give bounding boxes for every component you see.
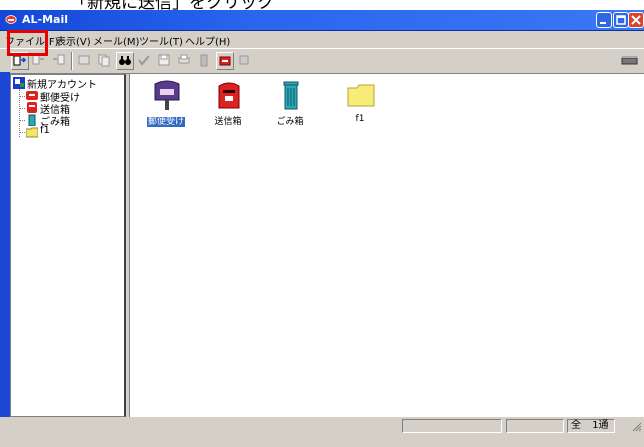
maximize-icon — [616, 15, 626, 25]
tree-line — [19, 132, 25, 133]
close-icon — [631, 15, 641, 25]
mailbox-status-button[interactable] — [620, 52, 640, 70]
save-icon — [158, 54, 170, 66]
folder-list[interactable]: 郵便受け 送信箱 ごみ箱 f1 — [129, 74, 644, 417]
status-panel — [402, 419, 502, 433]
status-count-panel: 全 1通 — [567, 419, 615, 433]
mailbox-status-icon — [621, 56, 638, 65]
mailbox-icon — [26, 91, 38, 100]
window-left-edge — [0, 72, 10, 418]
forward-button[interactable] — [51, 52, 69, 70]
search-button[interactable] — [116, 52, 134, 70]
menu-tools[interactable]: ツール(T) — [139, 33, 183, 48]
list-item-label: 送信箱 — [214, 117, 242, 127]
status-panel — [506, 419, 564, 433]
menu-view[interactable]: 表示(V) — [56, 33, 91, 48]
resize-grip-icon[interactable] — [615, 417, 644, 433]
tree-line — [19, 120, 25, 121]
list-item-label: f1 — [355, 114, 365, 124]
status-count: 1通 — [592, 420, 609, 431]
forward-icon — [53, 54, 65, 65]
close-button[interactable] — [628, 12, 644, 28]
minimize-icon — [600, 22, 606, 24]
print-button[interactable] — [176, 52, 194, 70]
receive-button[interactable] — [236, 52, 254, 70]
account-icon — [13, 77, 25, 89]
status-total-label: 全 — [571, 420, 581, 431]
mailbox-icon — [154, 80, 180, 110]
outbox-icon — [219, 56, 231, 66]
postbox-icon — [218, 82, 240, 109]
title-bar: AL-Mail — [0, 10, 644, 31]
trash-icon — [283, 81, 299, 110]
minimize-button[interactable] — [596, 12, 612, 28]
tree-line — [19, 96, 25, 97]
app-window: AL-Mail ファイル(F) 表示(V) メール(M) ツール(T) ヘルプ(… — [0, 10, 644, 447]
menu-bar: ファイル(F) 表示(V) メール(M) ツール(T) ヘルプ(H) — [0, 31, 644, 48]
delete-icon — [200, 54, 208, 67]
mailbox-icon — [78, 55, 90, 65]
folder-icon — [26, 127, 38, 138]
mailbox-button[interactable] — [76, 52, 94, 70]
new-send-icon — [13, 55, 27, 66]
trash-icon — [28, 114, 36, 126]
toolbar — [0, 48, 644, 74]
list-item-label: ごみ箱 — [276, 117, 304, 127]
outbox-button[interactable] — [216, 52, 234, 70]
check-icon — [138, 55, 150, 66]
app-icon — [5, 15, 17, 24]
copy-button[interactable] — [96, 52, 114, 70]
folder-tree[interactable]: 新規アカウント 郵便受け 送信箱 ごみ箱 f1 — [10, 74, 126, 417]
receive-icon — [239, 55, 249, 65]
print-icon — [178, 54, 190, 64]
click-target-highlight — [7, 30, 48, 56]
window-title: AL-Mail — [22, 13, 68, 26]
delete-button[interactable] — [196, 52, 214, 70]
tree-item-label: f1 — [40, 125, 50, 136]
postbox-icon — [27, 102, 37, 113]
maximize-button[interactable] — [613, 12, 629, 28]
save-button[interactable] — [156, 52, 174, 70]
copy-icon — [98, 54, 110, 67]
search-icon — [119, 56, 131, 65]
folder-icon — [347, 84, 375, 107]
status-bar: 全 1通 — [0, 417, 644, 447]
menu-mail[interactable]: メール(M) — [93, 33, 139, 48]
menu-help[interactable]: ヘルプ(H) — [185, 33, 230, 48]
tree-line — [19, 108, 25, 109]
toolbar-separator — [71, 52, 73, 70]
list-item-label: 郵便受け — [146, 117, 185, 127]
check-button[interactable] — [136, 52, 154, 70]
